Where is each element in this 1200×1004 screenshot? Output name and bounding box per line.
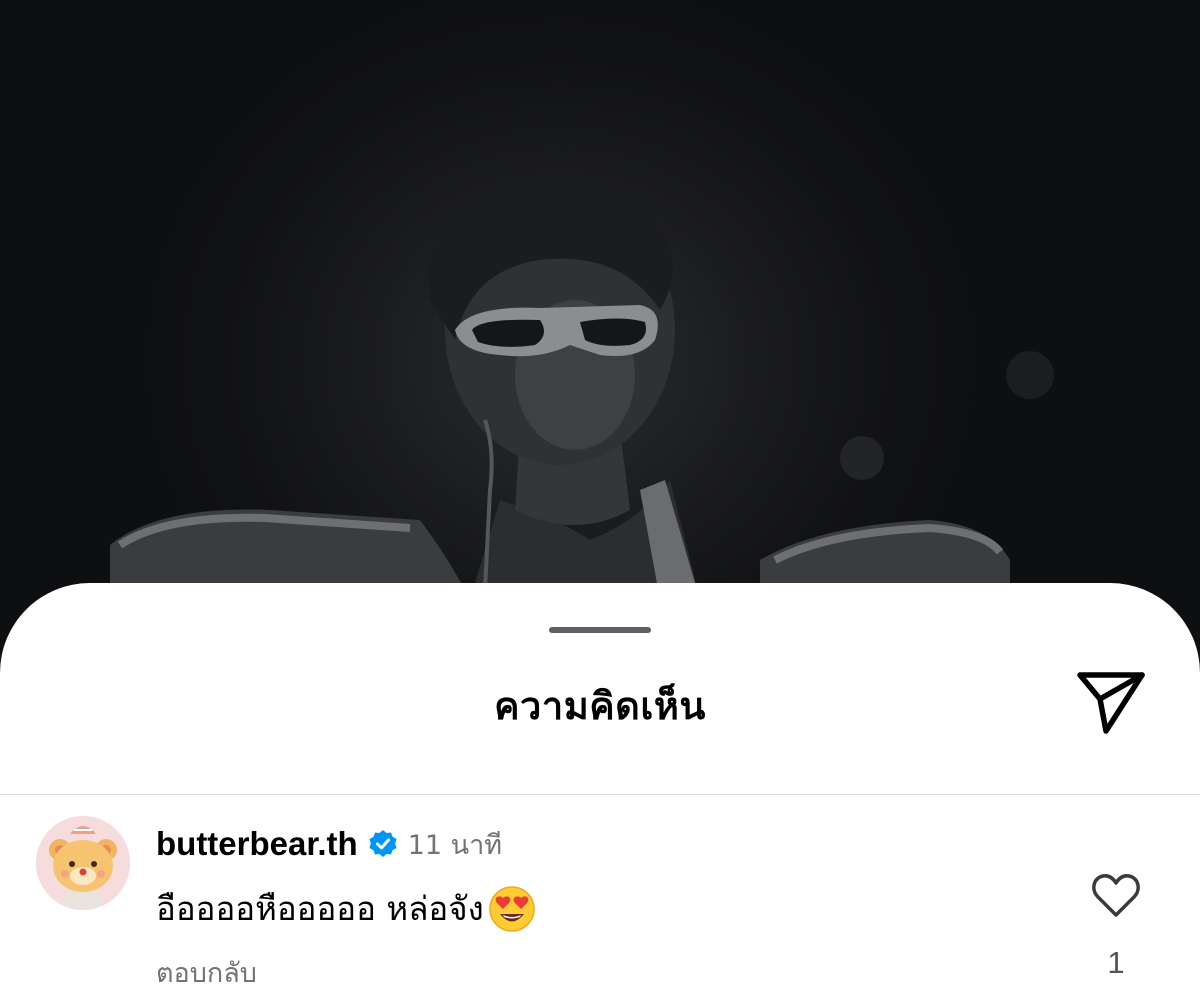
comments-screen: ความคิดเห็น butterbear.th 11 นาที อืออออ… [0,0,1200,1004]
heart-eyes-emoji-icon [488,885,536,933]
comment-timestamp: 11 นาที [407,829,503,861]
header-divider [0,794,1200,795]
sheet-drag-handle[interactable] [549,627,651,633]
like-button[interactable] [1090,871,1142,919]
sheet-title: ความคิดเห็น [494,684,706,728]
comment-username[interactable]: butterbear.th [156,825,358,863]
heart-outline-icon [1092,874,1140,917]
like-count: 1 [1107,945,1125,980]
comment-text: อืออออหือออออ หล่อจัง [156,889,484,928]
verified-badge-icon [368,829,398,859]
reply-button[interactable]: ตอบกลับ [156,951,257,994]
comment-header: butterbear.th 11 นาที [156,822,502,866]
avatar[interactable] [36,816,130,910]
butter-bear-avatar [36,816,130,910]
photo-figure [110,181,1054,600]
comment-body: อืออออหือออออ หล่อจัง [156,882,536,935]
paper-plane-icon [1077,672,1145,734]
comments-sheet: ความคิดเห็น butterbear.th 11 นาที อืออออ… [0,583,1200,1004]
share-button[interactable] [1072,665,1150,739]
post-photo-background [0,0,1200,640]
